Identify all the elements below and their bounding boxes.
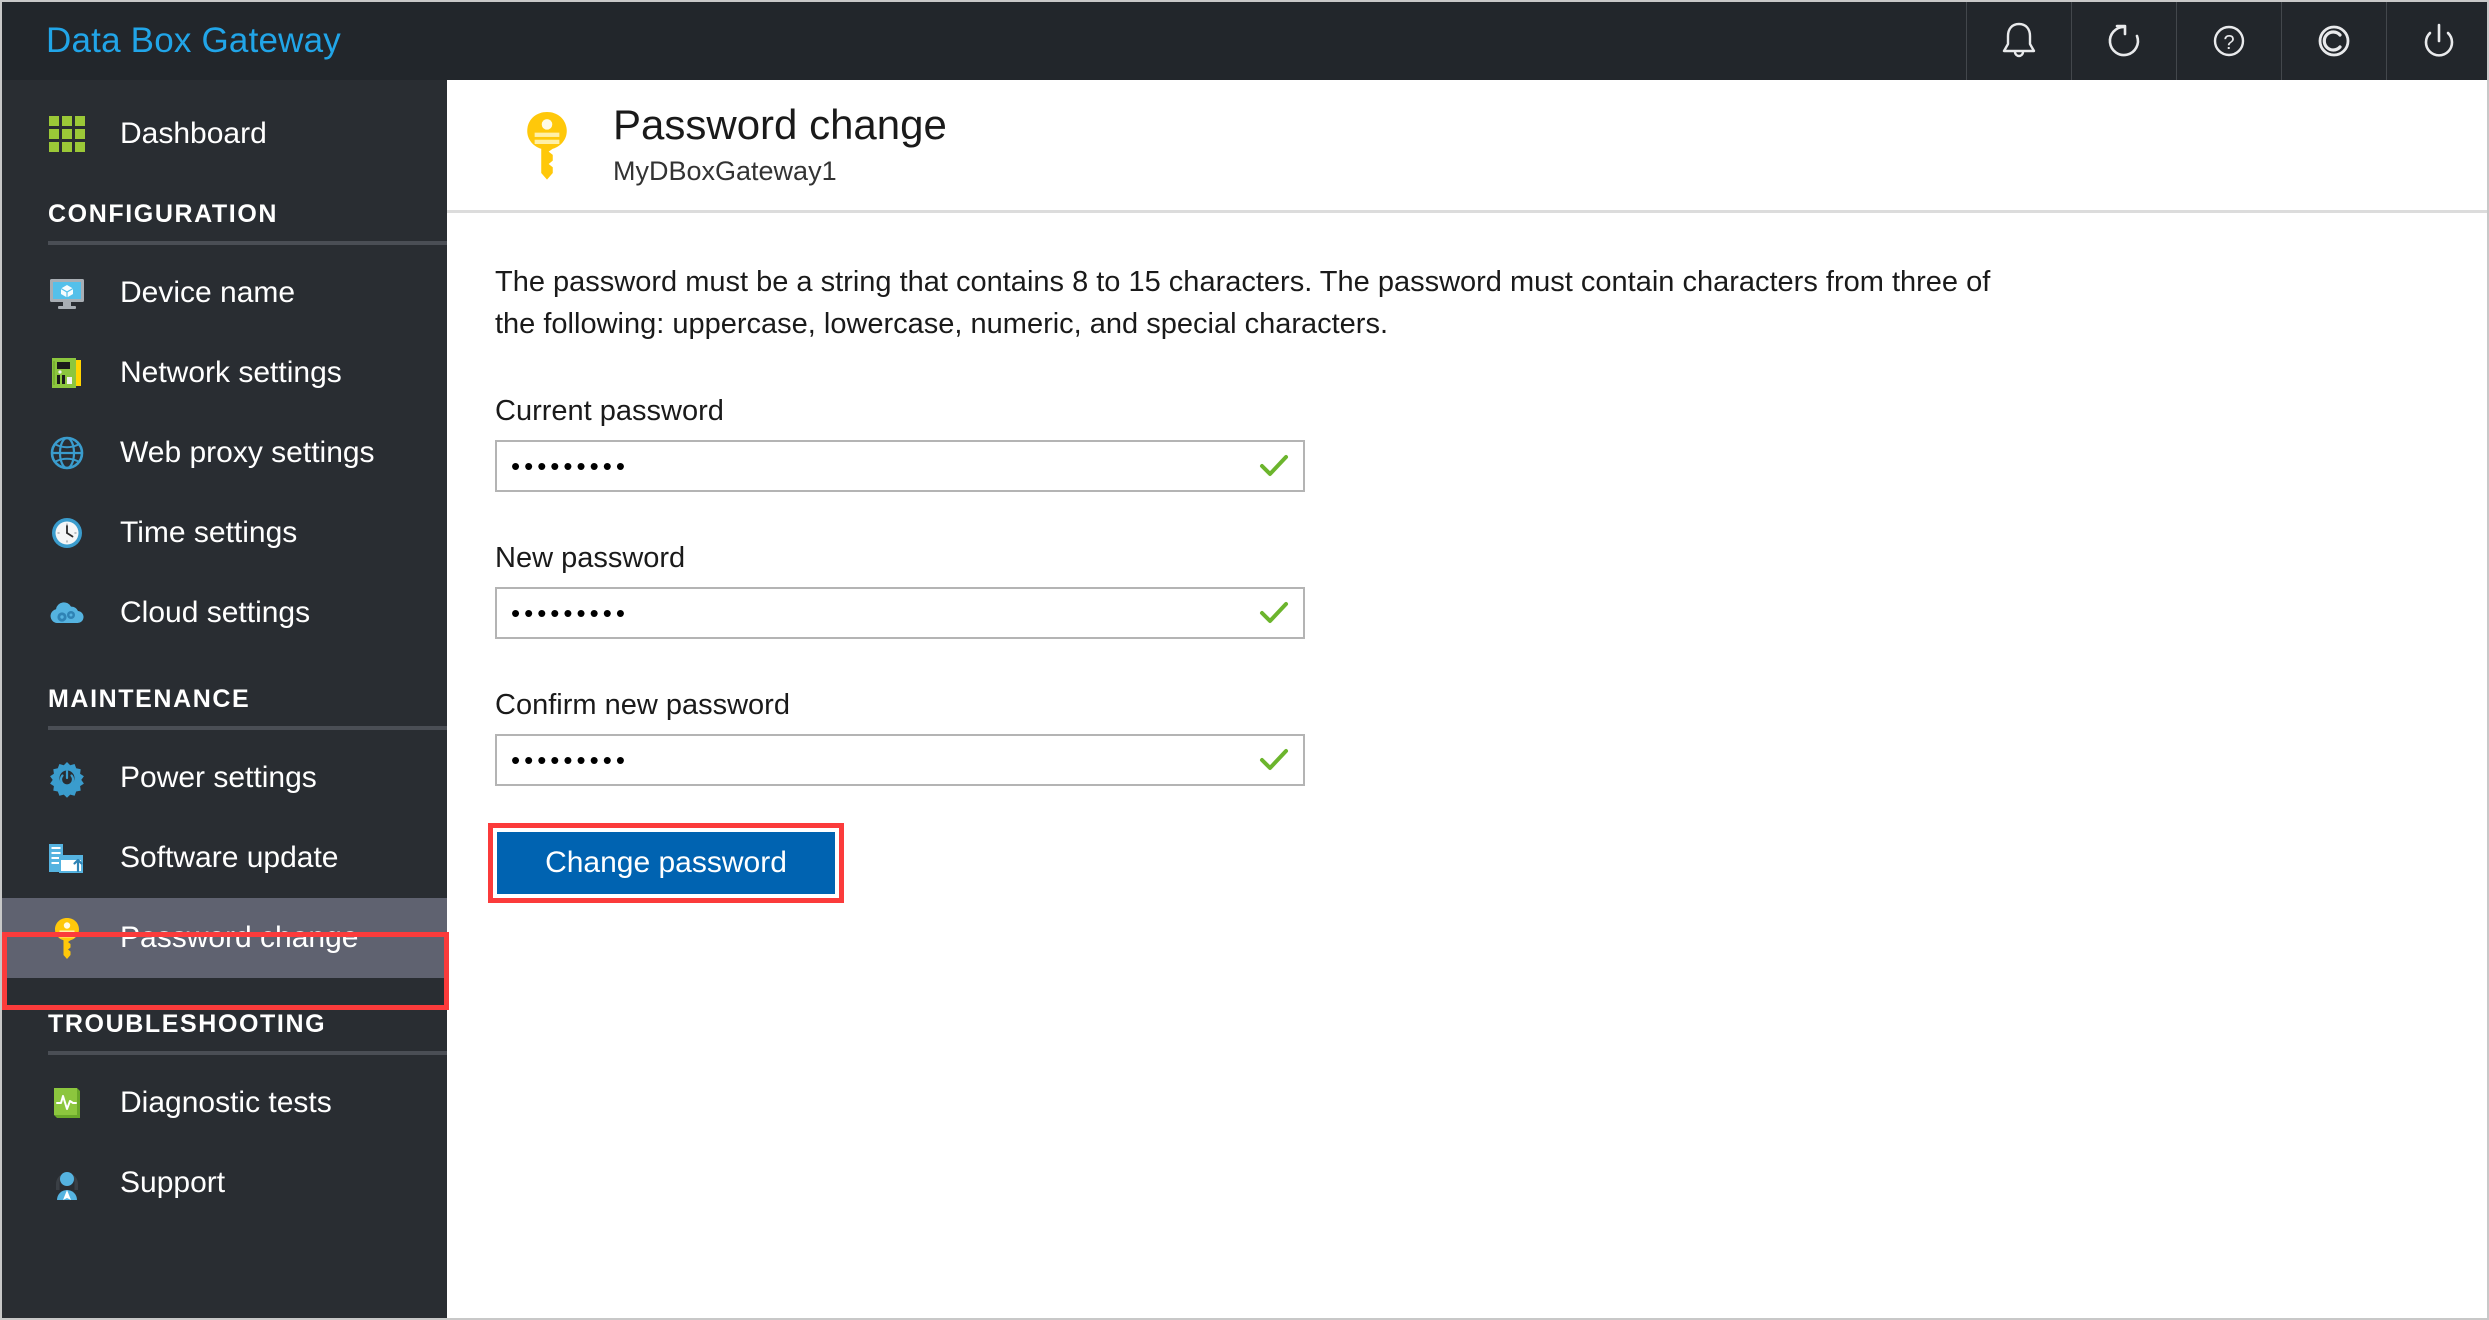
section-items: Diagnostic tests Support	[2, 1063, 447, 1229]
sidebar-item-label: Power settings	[120, 761, 317, 794]
valid-check-icon	[1259, 747, 1289, 773]
clock-icon	[44, 510, 90, 556]
confirm-password-input[interactable]: •••••••••	[495, 734, 1305, 787]
page-subtitle: MyDBoxGateway1	[613, 155, 837, 186]
alerts-icon	[1997, 18, 2041, 64]
app-window: Data Box Gateway ? Dashboard CONFIGURATI…	[0, 0, 2489, 1320]
sidebar-item-diagnostic-tests[interactable]: Diagnostic tests	[2, 1063, 447, 1143]
new-password-input[interactable]: •••••••••	[495, 587, 1305, 640]
valid-check-icon	[1259, 600, 1289, 626]
sidebar-item-device-name[interactable]: Device name	[2, 253, 447, 333]
copyright-icon	[2312, 18, 2356, 64]
sidebar-item-power-settings[interactable]: Power settings	[2, 738, 447, 818]
password-requirements-text: The password must be a string that conta…	[495, 266, 1991, 341]
support-person-icon	[44, 1160, 90, 1206]
sidebar-item-label: Diagnostic tests	[120, 1086, 332, 1119]
confirm-password-value: •••••••••	[511, 745, 629, 776]
sidebar-item-dashboard[interactable]: Dashboard	[2, 94, 447, 174]
monitor-icon	[44, 270, 90, 316]
change-password-button[interactable]: Change password	[497, 832, 835, 895]
sidebar: Dashboard CONFIGURATION Device name Netw…	[2, 80, 447, 1318]
refresh-button[interactable]	[2071, 2, 2176, 80]
sidebar-item-label: Software update	[120, 841, 339, 874]
section-title: TROUBLESHOOTING	[48, 1010, 327, 1038]
help-button[interactable]: ?	[2176, 2, 2281, 80]
app-title: Data Box Gateway	[46, 21, 342, 60]
sidebar-item-label: Web proxy settings	[120, 436, 375, 469]
power-button[interactable]	[2386, 2, 2487, 80]
globe-icon	[44, 430, 90, 476]
current-password-value: •••••••••	[511, 451, 629, 482]
key-icon	[515, 109, 579, 181]
dashboard-grid-icon	[44, 111, 90, 157]
section-divider	[48, 241, 447, 245]
section-divider	[48, 1051, 447, 1055]
section-divider	[48, 726, 447, 730]
section-title: MAINTENANCE	[48, 685, 251, 713]
alerts-button[interactable]	[1966, 2, 2071, 80]
titlebar-actions: ?	[1966, 2, 2487, 80]
copyright-button[interactable]	[2281, 2, 2386, 80]
software-update-icon	[44, 835, 90, 881]
refresh-icon	[2102, 18, 2146, 64]
field-group-new-password: New password •••••••••	[495, 542, 2487, 640]
sidebar-item-label: Network settings	[120, 356, 342, 389]
section-items: Device name Network settings Web proxy s…	[2, 253, 447, 659]
sidebar-item-label: Device name	[120, 276, 296, 309]
key-icon	[44, 915, 90, 961]
sidebar-item-software-update[interactable]: Software update	[2, 818, 447, 898]
sidebar-item-label: Cloud settings	[120, 596, 311, 629]
section-title: CONFIGURATION	[48, 200, 279, 228]
section-items: Power settings Software update Password …	[2, 738, 447, 984]
diagnostics-book-icon	[44, 1080, 90, 1126]
field-group-current-password: Current password •••••••••	[495, 395, 2487, 493]
help-icon: ?	[2207, 18, 2251, 64]
page-header-text: Password change MyDBoxGateway1	[613, 103, 947, 186]
confirm-password-label: Confirm new password	[495, 689, 790, 722]
main-content: Password change MyDBoxGateway1 The passw…	[447, 80, 2487, 1318]
network-card-icon	[44, 350, 90, 396]
current-password-label: Current password	[495, 395, 724, 428]
sidebar-item-network-settings[interactable]: Network settings	[2, 333, 447, 413]
sidebar-item-label: Dashboard	[120, 117, 267, 150]
sidebar-item-label: Time settings	[120, 516, 298, 549]
gear-power-icon	[44, 755, 90, 801]
submit-area: Change password	[488, 823, 844, 904]
power-icon	[2417, 18, 2461, 64]
sidebar-section-maintenance: MAINTENANCE Power settings Software upda…	[2, 685, 447, 984]
page-header: Password change MyDBoxGateway1	[447, 80, 2487, 213]
field-group-confirm-password: Confirm new password •••••••••	[495, 689, 2487, 787]
sidebar-section-troubleshooting: TROUBLESHOOTING Diagnostic tests Support	[2, 1010, 447, 1229]
new-password-value: •••••••••	[511, 598, 629, 629]
sidebar-item-password-change[interactable]: Password change	[2, 898, 447, 978]
svg-text:?: ?	[2223, 32, 2234, 54]
sidebar-item-cloud-settings[interactable]: Cloud settings	[2, 573, 447, 653]
new-password-label: New password	[495, 542, 686, 575]
valid-check-icon	[1259, 453, 1289, 479]
page-title: Password change	[613, 101, 947, 149]
title-bar: Data Box Gateway ?	[2, 2, 2487, 80]
page-body: The password must be a string that conta…	[447, 213, 2487, 904]
sidebar-item-time-settings[interactable]: Time settings	[2, 493, 447, 573]
sidebar-item-web-proxy-settings[interactable]: Web proxy settings	[2, 413, 447, 493]
sidebar-item-label: Password change	[120, 921, 359, 954]
sidebar-section-configuration: CONFIGURATION Device name Network settin…	[2, 200, 447, 659]
sidebar-item-label: Support	[120, 1166, 226, 1199]
current-password-input[interactable]: •••••••••	[495, 440, 1305, 493]
cloud-gear-icon	[44, 590, 90, 636]
sidebar-item-support[interactable]: Support	[2, 1143, 447, 1223]
